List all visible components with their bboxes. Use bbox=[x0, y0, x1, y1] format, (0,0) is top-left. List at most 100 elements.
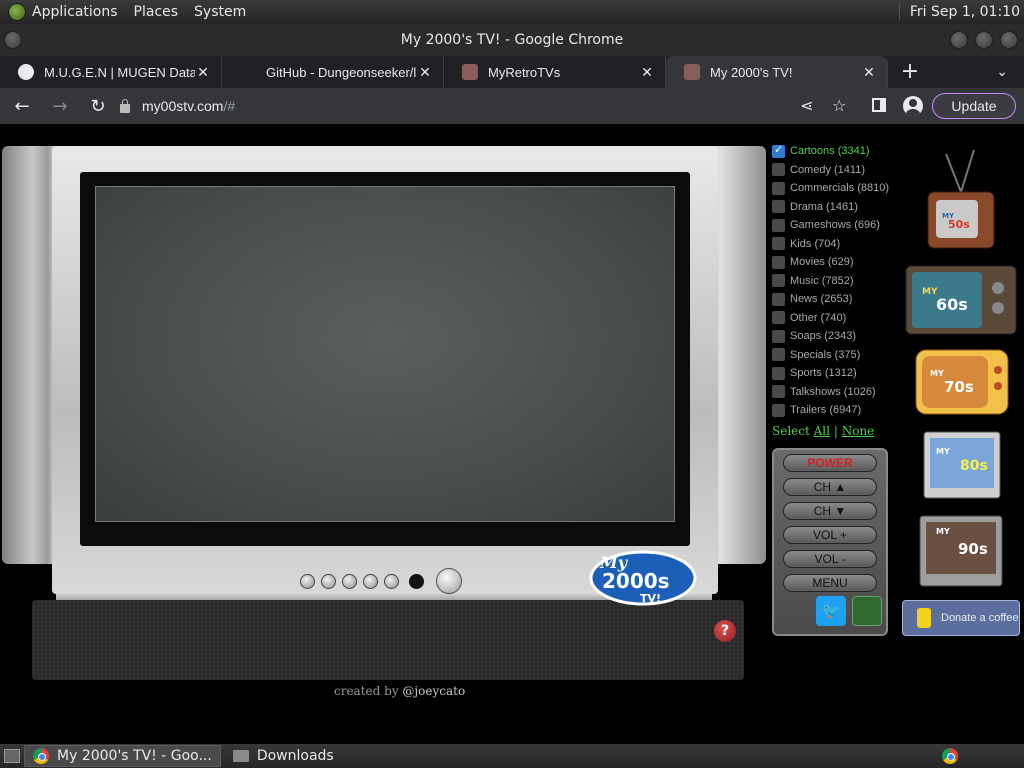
select-prefix: Select bbox=[772, 424, 810, 438]
category-news[interactable]: News (2653) bbox=[772, 290, 898, 309]
tab-close-icon[interactable]: ✕ bbox=[417, 64, 433, 81]
system-clock[interactable]: Fri Sep 1, 01:10 bbox=[898, 4, 1020, 20]
category-soaps[interactable]: Soaps (2343) bbox=[772, 327, 898, 346]
menu-system[interactable]: System bbox=[194, 4, 246, 20]
volume-up-button[interactable]: VOL + bbox=[783, 526, 877, 544]
select-none-link[interactable]: None bbox=[842, 424, 875, 438]
download-box-icon[interactable] bbox=[852, 596, 882, 626]
window-titlebar[interactable]: My 2000's TV! - Google Chrome bbox=[0, 24, 1024, 56]
credit-author-link[interactable]: @joeycato bbox=[402, 684, 465, 698]
window-menu-icon[interactable] bbox=[4, 31, 22, 49]
volume-down-button[interactable]: VOL - bbox=[783, 550, 877, 568]
checkbox[interactable] bbox=[772, 218, 785, 232]
taskbar-item-label: My 2000's TV! - Goo... bbox=[57, 748, 212, 764]
bookmark-star-icon[interactable]: ☆ bbox=[832, 96, 846, 115]
menu-applications[interactable]: Applications bbox=[32, 4, 118, 20]
tv-button bbox=[321, 573, 336, 589]
checkbox[interactable] bbox=[772, 366, 785, 380]
category-drama[interactable]: Drama (1461) bbox=[772, 198, 898, 217]
tab-close-icon[interactable]: ✕ bbox=[195, 64, 211, 81]
category-commercials[interactable]: Commercials (8810) bbox=[772, 179, 898, 198]
category-label: Comedy (1411) bbox=[790, 163, 865, 176]
tab-close-icon[interactable]: ✕ bbox=[639, 64, 655, 81]
tab-mugen[interactable]: M.U.G.E.N | MUGEN Databa ✕ bbox=[0, 56, 222, 88]
profile-avatar[interactable] bbox=[903, 96, 923, 116]
side-panel-icon[interactable] bbox=[872, 98, 886, 112]
category-cartoons[interactable]: Cartoons (3341) bbox=[772, 142, 898, 161]
tv-60s-link[interactable]: MY 60s bbox=[904, 264, 1018, 338]
lock-icon[interactable] bbox=[120, 98, 130, 113]
tv-90s-my: MY bbox=[936, 527, 950, 536]
remote-control: POWER CH ▲ CH ▼ VOL + VOL - MENU 🐦 bbox=[772, 448, 888, 636]
new-tab-icon[interactable]: + bbox=[888, 56, 932, 88]
checkbox[interactable] bbox=[772, 237, 785, 251]
tv-50s-link[interactable]: MY 50s bbox=[924, 146, 998, 256]
checkbox[interactable] bbox=[772, 329, 785, 343]
tv-70s-link[interactable]: MY 70s bbox=[914, 348, 1010, 422]
credit-prefix: created by bbox=[334, 684, 399, 698]
chevron-down-icon[interactable]: ⌄ bbox=[996, 56, 1008, 88]
show-desktop-icon[interactable] bbox=[4, 749, 20, 763]
tv-90s-link[interactable]: MY 90s bbox=[918, 514, 1004, 590]
checkbox[interactable] bbox=[772, 255, 785, 269]
checkbox[interactable] bbox=[772, 292, 785, 306]
checkbox[interactable] bbox=[772, 311, 785, 325]
tab-title: M.U.G.E.N | MUGEN Databa bbox=[44, 64, 195, 80]
address-bar[interactable]: my00stv.com/# bbox=[110, 92, 920, 120]
tab-github[interactable]: GitHub - Dungeonseeker/lin ✕ bbox=[222, 56, 444, 88]
close-window-icon[interactable] bbox=[1000, 31, 1018, 49]
category-comedy[interactable]: Comedy (1411) bbox=[772, 161, 898, 180]
taskbar-item-chrome[interactable]: My 2000's TV! - Goo... bbox=[24, 745, 221, 767]
tab-close-icon[interactable]: ✕ bbox=[861, 64, 877, 81]
gnome-foot-icon[interactable] bbox=[8, 3, 26, 21]
category-talkshows[interactable]: Talkshows (1026) bbox=[772, 383, 898, 402]
checkbox[interactable] bbox=[772, 274, 785, 288]
twitter-icon[interactable]: 🐦 bbox=[816, 596, 846, 626]
channel-down-button[interactable]: CH ▼ bbox=[783, 502, 877, 520]
checkbox[interactable] bbox=[772, 385, 785, 399]
coffee-cup-icon bbox=[917, 608, 931, 628]
browser-toolbar: ← → ↻ my00stv.com/# ⋖ ☆ Update bbox=[0, 88, 1024, 124]
tv-front-controls bbox=[300, 568, 500, 594]
power-button[interactable]: POWER bbox=[783, 454, 877, 472]
folder-icon bbox=[232, 750, 249, 762]
checkbox[interactable] bbox=[772, 143, 785, 158]
category-label: Specials (375) bbox=[790, 348, 861, 361]
select-all-link[interactable]: All bbox=[814, 424, 830, 438]
maximize-icon[interactable] bbox=[975, 31, 993, 49]
back-arrow-icon[interactable]: ← bbox=[6, 96, 38, 117]
menu-button[interactable]: MENU bbox=[783, 574, 877, 592]
logo-tv: TV! bbox=[640, 592, 661, 605]
category-label: Sports (1312) bbox=[790, 367, 857, 380]
menu-places[interactable]: Places bbox=[134, 4, 179, 20]
taskbar-item-downloads[interactable]: Downloads bbox=[225, 745, 342, 767]
forward-arrow-icon[interactable]: → bbox=[44, 96, 76, 117]
category-music[interactable]: Music (7852) bbox=[772, 272, 898, 291]
category-trailers[interactable]: Trailers (6947) bbox=[772, 401, 898, 420]
page-content: My 2000s TV! ? created by @joeycato Cart… bbox=[0, 124, 1024, 744]
help-icon[interactable]: ? bbox=[714, 620, 736, 642]
category-specials[interactable]: Specials (375) bbox=[772, 346, 898, 365]
category-movies[interactable]: Movies (629) bbox=[772, 253, 898, 272]
checkbox[interactable] bbox=[772, 181, 785, 195]
donate-coffee-button[interactable]: Donate a coffee bbox=[902, 600, 1020, 636]
tv-screen[interactable] bbox=[95, 186, 675, 522]
checkbox[interactable] bbox=[772, 200, 785, 214]
tv-50s-decade: 50s bbox=[948, 218, 970, 231]
checkbox[interactable] bbox=[772, 403, 785, 417]
checkbox[interactable] bbox=[772, 348, 785, 362]
tv-80s-link[interactable]: MY 80s bbox=[922, 430, 1002, 506]
chrome-tray-icon[interactable] bbox=[942, 748, 958, 764]
tab-title: MyRetroTVs bbox=[488, 64, 561, 80]
share-icon[interactable]: ⋖ bbox=[800, 96, 813, 115]
channel-up-button[interactable]: CH ▲ bbox=[783, 478, 877, 496]
tab-myretrotvs[interactable]: MyRetroTVs ✕ bbox=[444, 56, 666, 88]
category-gameshows[interactable]: Gameshows (696) bbox=[772, 216, 898, 235]
category-sports[interactable]: Sports (1312) bbox=[772, 364, 898, 383]
checkbox[interactable] bbox=[772, 163, 785, 177]
minimize-icon[interactable] bbox=[950, 31, 968, 49]
update-button[interactable]: Update bbox=[932, 93, 1016, 119]
category-other[interactable]: Other (740) bbox=[772, 309, 898, 328]
tab-my2000stv[interactable]: My 2000's TV! ✕ bbox=[666, 56, 888, 88]
category-kids[interactable]: Kids (704) bbox=[772, 235, 898, 254]
